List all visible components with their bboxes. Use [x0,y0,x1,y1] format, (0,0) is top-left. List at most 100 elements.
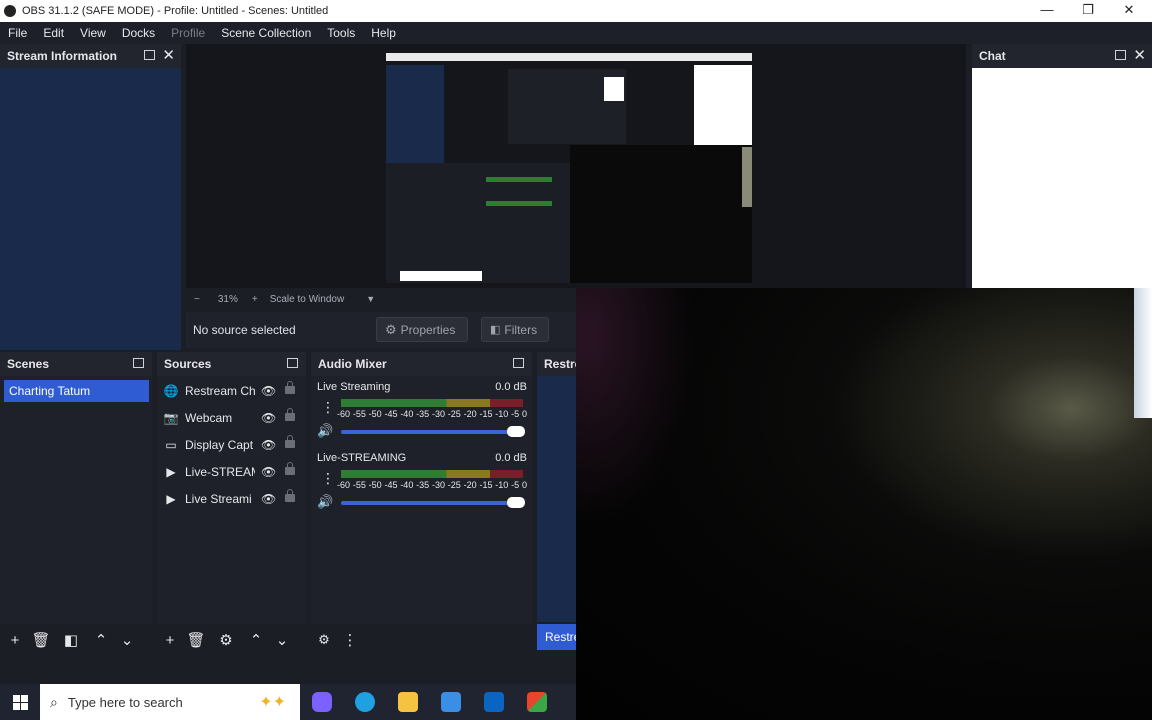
minimize-button[interactable]: — [1027,0,1067,22]
webcam-window-light [1134,288,1152,418]
lock-icon[interactable] [285,408,295,421]
file-explorer-icon[interactable] [386,684,429,720]
source-row-webcam[interactable]: 📷 Webcam 👁 [163,406,303,430]
filters-button[interactable]: ◧ Filters [481,317,549,342]
eye-icon[interactable]: 👁 [261,411,276,425]
outlook-icon[interactable] [472,684,515,720]
dock-header: Restre [537,352,577,376]
speaker-icon[interactable]: 🔊 [317,423,333,439]
chat-dock: Chat ✕ [972,44,1152,288]
dock-title: Restre [544,357,577,371]
lock-icon[interactable] [285,435,295,448]
move-down-chevron-icon[interactable]: ⌄ [269,627,295,653]
channel-db: 0.0 dB [495,381,527,393]
scene-item-charting-tatum[interactable]: Charting Tatum [4,380,149,402]
float-dock-icon[interactable] [287,358,298,368]
float-dock-icon[interactable] [133,358,144,368]
mixer-menu-icon[interactable]: ⋮ [337,627,363,653]
source-row-display-capture[interactable]: ▭ Display Capt 👁 [163,433,303,457]
preview-screen-capture [386,53,752,283]
scale-dropdown-chevron-icon[interactable]: ▼ [366,294,375,304]
windows-start-icon[interactable] [0,684,40,720]
add-source-button[interactable]: + [157,627,183,653]
lock-icon[interactable] [285,462,295,475]
channel-db: 0.0 dB [495,452,527,464]
dock-header: Stream Information ✕ [0,44,181,68]
chat-panel[interactable] [972,68,1152,288]
lock-icon[interactable] [285,381,295,394]
close-dock-icon[interactable]: ✕ [1133,46,1146,64]
source-name: Live Streami [185,492,252,506]
status-bar [0,656,576,684]
menu-view[interactable]: View [72,26,114,40]
menu-help[interactable]: Help [363,26,404,40]
properties-button[interactable]: ⚙ Properties [376,317,468,342]
restream-dock: Restre Restre [537,352,577,656]
menu-scene-collection[interactable]: Scene Collection [213,26,319,40]
eye-icon[interactable]: 👁 [261,438,276,452]
close-dock-icon[interactable]: ✕ [162,46,175,64]
menu-profile[interactable]: Profile [163,26,213,40]
eye-icon[interactable]: 👁 [261,492,276,506]
monitor-icon: ▭ [165,438,177,452]
more-options-icon[interactable]: ⋮ [321,400,335,414]
advanced-audio-settings-icon[interactable]: ⚙ [311,627,337,653]
office-icon[interactable] [515,684,558,720]
zoom-out-button[interactable]: − [194,294,200,305]
menu-file[interactable]: File [0,26,35,40]
eye-icon[interactable]: 👁 [261,384,276,398]
menu-docks[interactable]: Docks [114,26,163,40]
float-dock-icon[interactable] [513,358,524,368]
source-properties-gear-icon[interactable]: ⚙ [213,627,239,653]
properties-label: Properties [400,322,456,337]
camera-icon: 📷 [163,411,179,425]
dock-title: Scenes [7,357,50,371]
source-row-live-stream[interactable]: ▶ Live-STREAM 👁 [163,460,303,484]
dock-title: Stream Information [7,49,118,63]
menu-tools[interactable]: Tools [319,26,363,40]
copilot-icon[interactable] [300,684,343,720]
add-scene-button[interactable]: + [2,627,28,653]
move-down-chevron-icon[interactable]: ⌄ [114,627,140,653]
maximize-button[interactable]: ❐ [1068,0,1108,22]
dock-header: Scenes [0,352,152,376]
lock-icon[interactable] [285,489,295,502]
sources-toolbar: + 🗑 ⚙ ⌃ ⌄ [157,624,306,656]
source-row-live-streaming[interactable]: ▶ Live Streami 👁 [163,487,303,511]
audio-mixer-dock: Audio Mixer Live Streaming 0.0 dB ⋮ -60-… [311,352,532,656]
volume-slider[interactable] [341,497,525,508]
menu-edit[interactable]: Edit [35,26,72,40]
webcam-overlay-image [576,288,1152,720]
move-up-chevron-icon[interactable]: ⌃ [243,627,269,653]
store-icon[interactable] [429,684,472,720]
menu-bar: File Edit View Docks Profile Scene Colle… [0,22,1152,44]
more-options-icon[interactable]: ⋮ [321,471,335,485]
eye-icon[interactable]: 👁 [261,465,276,479]
restream-button[interactable]: Restre [537,624,577,650]
scenes-toolbar: + 🗑 ◧ ⌃ ⌄ [0,624,152,656]
source-name: Restream Ch [185,384,255,398]
remove-source-trash-icon[interactable]: 🗑 [183,627,209,653]
float-dock-icon[interactable] [144,50,155,60]
slider-handle[interactable] [507,497,525,508]
globe-icon: 🌐 [163,384,179,398]
float-dock-icon[interactable] [1115,50,1126,60]
slider-handle[interactable] [507,426,525,437]
scene-filters-icon[interactable]: ◧ [58,627,84,653]
move-up-chevron-icon[interactable]: ⌃ [88,627,114,653]
zoom-in-button[interactable]: + [252,294,258,305]
close-window-button[interactable]: ✕ [1109,0,1149,22]
stream-information-panel [0,68,181,350]
volume-slider[interactable] [341,426,525,437]
source-row-restream[interactable]: 🌐 Restream Ch 👁 [163,379,303,403]
scale-mode[interactable]: Scale to Window [270,294,344,305]
scenes-list: Charting Tatum [0,376,152,624]
speaker-icon[interactable]: 🔊 [317,494,333,510]
edge-icon[interactable] [343,684,386,720]
stream-information-dock: Stream Information ✕ [0,44,181,350]
preview-image [386,53,752,283]
source-name: Display Capt [185,438,254,452]
taskbar-search[interactable]: ⌕ Type here to search ✦✦ [40,684,300,720]
dock-title: Chat [979,49,1006,63]
remove-scene-trash-icon[interactable]: 🗑 [28,627,54,653]
